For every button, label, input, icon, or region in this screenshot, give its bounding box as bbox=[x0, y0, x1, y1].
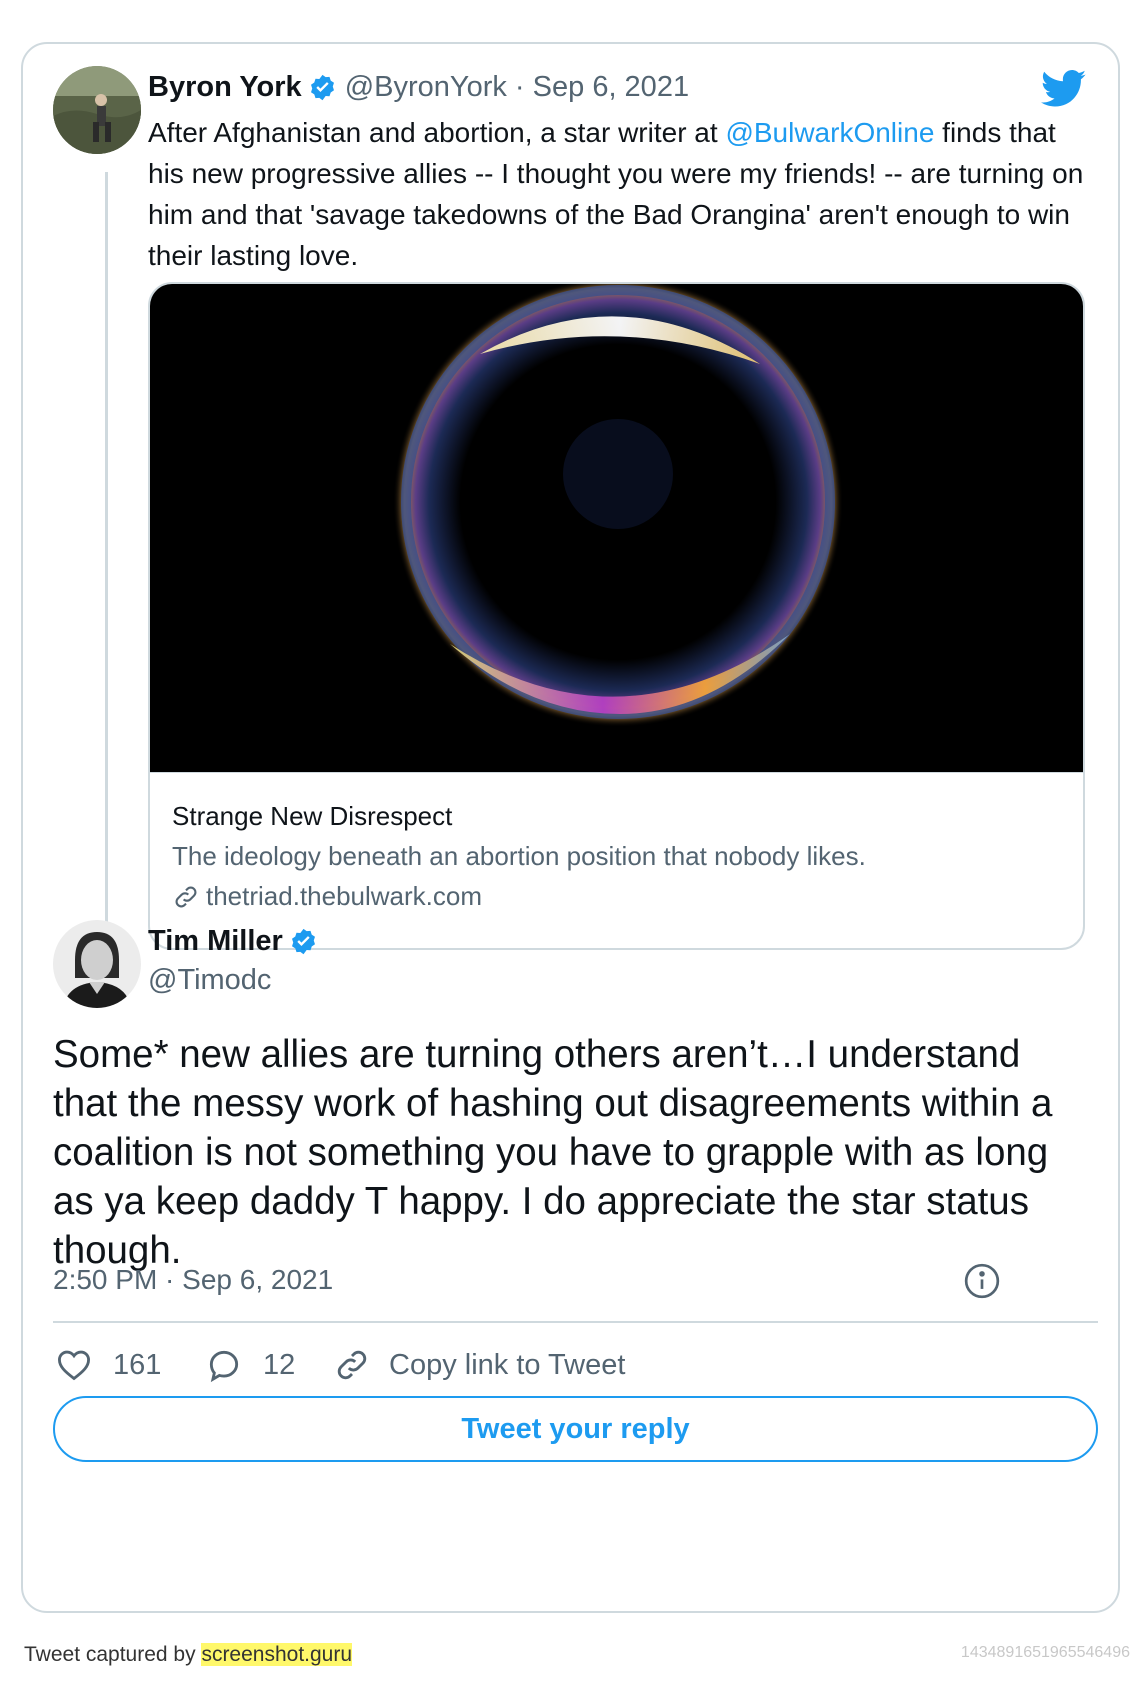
timestamp-separator: · bbox=[157, 1264, 183, 1295]
quoted-tweet-date[interactable]: Sep 6, 2021 bbox=[533, 71, 689, 103]
quoted-author-header: Byron York @ByronYork · Sep 6, 2021 bbox=[148, 70, 689, 110]
footer-tweet-id: 1434891651965546496 bbox=[960, 1644, 1130, 1661]
twitter-bird-icon[interactable] bbox=[1040, 70, 1087, 110]
main-author-name-text[interactable]: Tim Miller bbox=[148, 925, 283, 957]
link-card-domain: thetriad.thebulwark.com bbox=[206, 881, 483, 911]
reply-action[interactable]: 12 bbox=[205, 1342, 295, 1388]
thread-line bbox=[105, 172, 108, 986]
verified-badge-icon bbox=[289, 927, 318, 964]
link-icon bbox=[172, 883, 200, 911]
footer-caption: Tweet captured by screenshot.guru bbox=[24, 1643, 353, 1667]
tweet-card: Byron York @ByronYork · Sep 6, 2021 Afte… bbox=[21, 42, 1120, 1613]
divider bbox=[53, 1321, 1098, 1323]
header-separator: · bbox=[506, 71, 533, 103]
copy-link-icon bbox=[333, 1346, 371, 1384]
quoted-author-name[interactable]: Byron York bbox=[148, 71, 302, 103]
like-count: 161 bbox=[113, 1348, 162, 1381]
footer-site-link[interactable]: screenshot.guru bbox=[201, 1643, 353, 1666]
verified-badge-icon bbox=[308, 73, 337, 110]
reply-count: 12 bbox=[263, 1348, 296, 1381]
tweet-your-reply-button[interactable]: Tweet your reply bbox=[53, 1396, 1098, 1462]
tweet-date[interactable]: Sep 6, 2021 bbox=[182, 1264, 333, 1295]
tweet-time[interactable]: 2:50 PM bbox=[53, 1264, 157, 1295]
reply-bubble-icon bbox=[205, 1346, 243, 1384]
link-card-title: Strange New Disrespect bbox=[172, 801, 453, 831]
mention-link[interactable]: @BulwarkOnline bbox=[725, 117, 934, 148]
quoted-author-handle[interactable]: @ByronYork bbox=[345, 71, 507, 103]
tim-miller-avatar[interactable] bbox=[53, 920, 141, 1008]
main-author-handle[interactable]: @Timodc bbox=[148, 964, 271, 997]
link-preview-card[interactable]: Strange New Disrespect The ideology bene… bbox=[148, 282, 1085, 950]
quoted-text-part-1: After Afghanistan and abortion, a star w… bbox=[148, 117, 726, 148]
timestamp-row: 2:50 PM · Sep 6, 2021 bbox=[53, 1264, 333, 1296]
like-action[interactable]: 161 bbox=[55, 1342, 161, 1388]
main-author-name: Tim Miller bbox=[148, 924, 318, 964]
heart-icon bbox=[55, 1346, 93, 1384]
link-card-domain-row: thetriad.thebulwark.com bbox=[172, 881, 482, 912]
soap-bubble-image bbox=[150, 284, 1083, 772]
footer-captured-by: Tweet captured by bbox=[24, 1643, 202, 1666]
copy-link-label: Copy link to Tweet bbox=[389, 1348, 626, 1381]
link-card-description: The ideology beneath an abortion positio… bbox=[172, 841, 866, 871]
main-tweet-text: Some* new allies are turning others aren… bbox=[53, 1033, 1053, 1272]
copy-link-action[interactable]: Copy link to Tweet bbox=[333, 1342, 625, 1388]
byron-york-avatar[interactable] bbox=[53, 66, 141, 154]
quoted-tweet-text: After Afghanistan and abortion, a star w… bbox=[148, 112, 1088, 276]
info-icon[interactable] bbox=[963, 1262, 1001, 1300]
